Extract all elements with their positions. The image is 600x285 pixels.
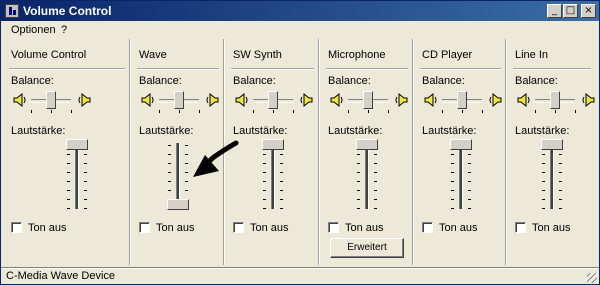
annotation-arrow-shaft (204, 140, 239, 166)
annotation-arrow (193, 140, 239, 177)
volume-control-window: Volume Control _ □ × Optionen ? Volume C… (0, 0, 600, 285)
